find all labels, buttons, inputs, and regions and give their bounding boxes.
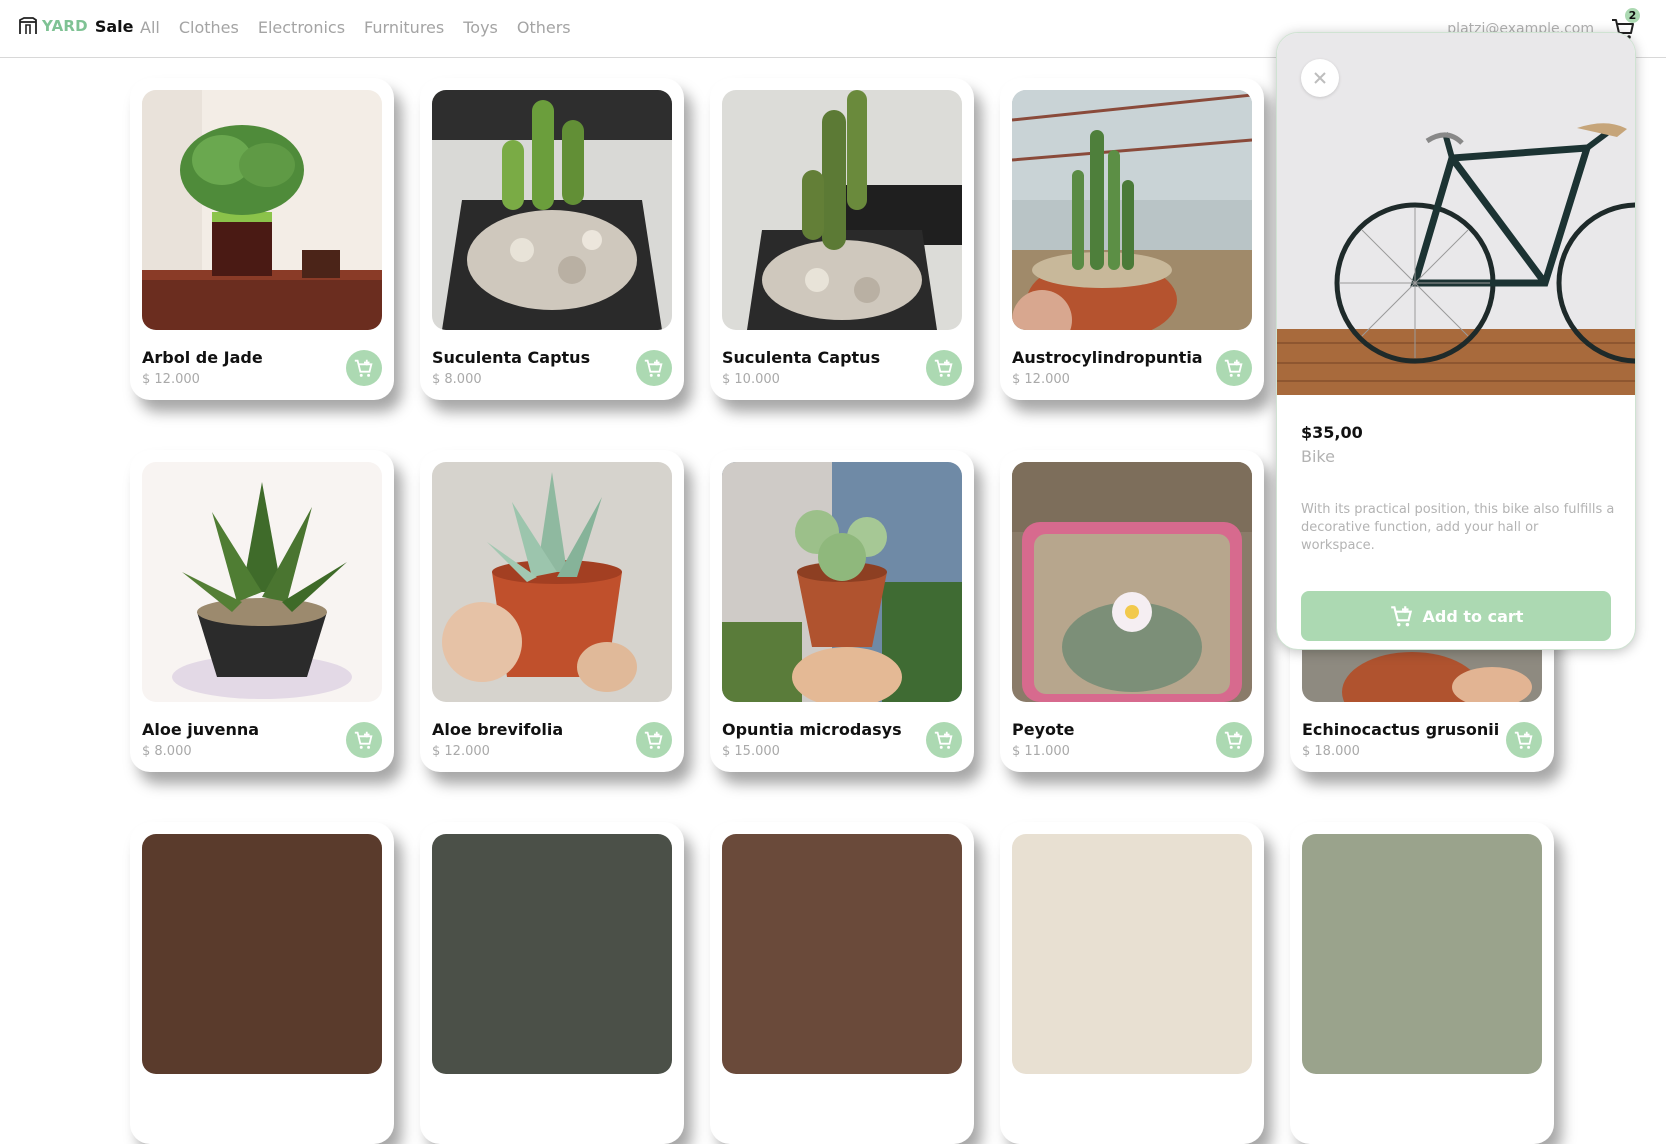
cart-plus-icon [644,359,663,377]
add-to-cart-button[interactable] [636,350,672,386]
product-card[interactable] [1290,822,1554,1144]
product-card[interactable] [420,822,684,1144]
category-nav: All Clothes Electronics Furnitures Toys … [140,18,590,37]
cart-plus-icon [934,359,953,377]
product-name: Opuntia microdasys [722,720,902,739]
product-image[interactable] [722,90,962,330]
product-image[interactable] [1012,462,1252,702]
product-card[interactable]: Opuntia microdasys $ 15.000 [710,450,974,772]
cart-plus-icon [354,731,373,749]
nav-electronics[interactable]: Electronics [258,18,345,37]
product-price: $ 18.000 [1302,744,1360,759]
product-price: $ 8.000 [432,372,482,387]
product-image[interactable] [142,90,382,330]
product-card[interactable]: Suculenta Captus $ 10.000 [710,78,974,400]
add-to-cart-button[interactable] [346,722,382,758]
detail-price: $35,00 [1301,423,1363,442]
product-image[interactable] [1302,834,1542,1074]
cart-plus-icon [1514,731,1533,749]
nav-others[interactable]: Others [517,18,571,37]
nav-clothes[interactable]: Clothes [179,18,239,37]
product-detail-panel: $35,00 Bike With its practical position,… [1276,32,1636,650]
detail-name: Bike [1301,447,1335,466]
product-card[interactable] [1000,822,1264,1144]
product-card[interactable] [710,822,974,1144]
add-to-cart-button[interactable] [1216,722,1252,758]
cart-plus-icon [1390,606,1412,627]
product-name: Aloe brevifolia [432,720,564,739]
product-name: Echinocactus grusonii [1302,720,1500,739]
product-image[interactable] [432,834,672,1074]
product-card[interactable]: Arbol de Jade $ 12.000 [130,78,394,400]
product-name: Suculenta Captus [432,348,591,367]
product-name: Suculenta Captus [722,348,881,367]
logo[interactable]: YARD Sale [18,16,134,36]
product-card[interactable]: Suculenta Captus $ 8.000 [420,78,684,400]
cart-count-badge: 2 [1625,8,1640,23]
product-name: Peyote [1012,720,1075,739]
cart-plus-icon [644,731,663,749]
product-image[interactable] [722,462,962,702]
cart-plus-icon [1224,731,1243,749]
product-image[interactable] [722,834,962,1074]
product-image[interactable] [142,462,382,702]
product-price: $ 11.000 [1012,744,1070,759]
product-price: $ 12.000 [142,372,200,387]
product-name: Austrocylindropuntia [1012,348,1203,367]
cart-plus-icon [1224,359,1243,377]
product-price: $ 12.000 [1012,372,1070,387]
add-to-cart-label: Add to cart [1422,606,1524,626]
nav-furnitures[interactable]: Furnitures [364,18,444,37]
brand-yard: YARD [42,17,88,35]
product-price: $ 12.000 [432,744,490,759]
add-to-cart-button[interactable] [1506,722,1542,758]
close-button[interactable] [1301,59,1339,97]
nav-toys[interactable]: Toys [463,18,498,37]
product-card[interactable] [130,822,394,1144]
cart-plus-icon [934,731,953,749]
cart-plus-icon [354,359,373,377]
add-to-cart-button[interactable]: Add to cart [1301,591,1611,641]
product-card[interactable]: Aloe brevifolia $ 12.000 [420,450,684,772]
product-card[interactable]: Aloe juvenna $ 8.000 [130,450,394,772]
add-to-cart-button[interactable] [926,350,962,386]
product-card[interactable]: Peyote $ 11.000 [1000,450,1264,772]
product-price: $ 15.000 [722,744,780,759]
nav-all[interactable]: All [140,18,160,37]
add-to-cart-button[interactable] [346,350,382,386]
product-image[interactable] [1012,834,1252,1074]
product-name: Arbol de Jade [142,348,263,367]
detail-description: With its practical position, this bike a… [1301,502,1615,553]
brand-sale: Sale [94,16,134,36]
add-to-cart-button[interactable] [636,722,672,758]
add-to-cart-button[interactable] [926,722,962,758]
product-price: $ 10.000 [722,372,780,387]
product-name: Aloe juvenna [142,720,260,739]
product-image[interactable] [142,834,382,1074]
store-icon [19,17,37,34]
close-icon [1314,72,1326,84]
product-image[interactable] [432,462,672,702]
product-image[interactable] [432,90,672,330]
product-price: $ 8.000 [142,744,192,759]
add-to-cart-button[interactable] [1216,350,1252,386]
product-card[interactable]: Austrocylindropuntia $ 12.000 [1000,78,1264,400]
product-image[interactable] [1012,90,1252,330]
